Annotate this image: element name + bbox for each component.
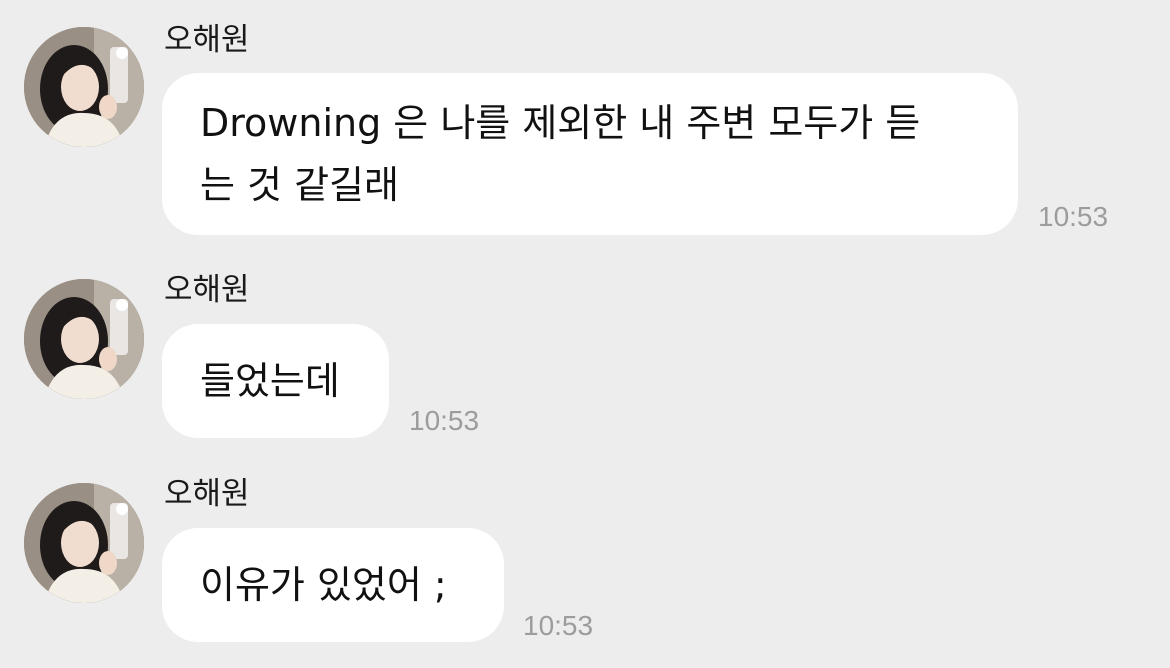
sender-name: 오해원 [164, 22, 250, 58]
message-timestamp: 10:53 [523, 610, 594, 641]
avatar[interactable] [24, 483, 144, 603]
avatar[interactable] [24, 27, 144, 147]
message-bubble[interactable]: 들었는데 [162, 324, 389, 438]
profile-photo-icon [24, 279, 144, 399]
message-text: 들었는데 [200, 359, 340, 403]
message-bubble[interactable]: 이유가 있었어 ; [162, 528, 504, 642]
message-text: 이유가 있었어 ; [200, 563, 447, 607]
message-row: 오해원 Drowning 은 나를 제외한 내 주변 모두가 듣 는 것 같길래… [0, 0, 1170, 240]
message-timestamp: 10:53 [1038, 201, 1109, 232]
profile-photo-icon [24, 27, 144, 147]
message-text: Drowning 은 나를 제외한 내 주변 모두가 듣 는 것 같길래 [200, 101, 921, 207]
message-timestamp: 10:53 [409, 405, 480, 436]
message-row: 오해원 이유가 있었어 ; 10:53 [0, 454, 1170, 668]
sender-name: 오해원 [164, 272, 250, 308]
chat-thread: 오해원 Drowning 은 나를 제외한 내 주변 모두가 듣 는 것 같길래… [0, 0, 1170, 668]
message-bubble[interactable]: Drowning 은 나를 제외한 내 주변 모두가 듣 는 것 같길래 [162, 73, 1018, 235]
avatar[interactable] [24, 279, 144, 399]
sender-name: 오해원 [164, 476, 250, 512]
message-row: 오해원 들었는데 10:53 [0, 250, 1170, 450]
profile-photo-icon [24, 483, 144, 603]
